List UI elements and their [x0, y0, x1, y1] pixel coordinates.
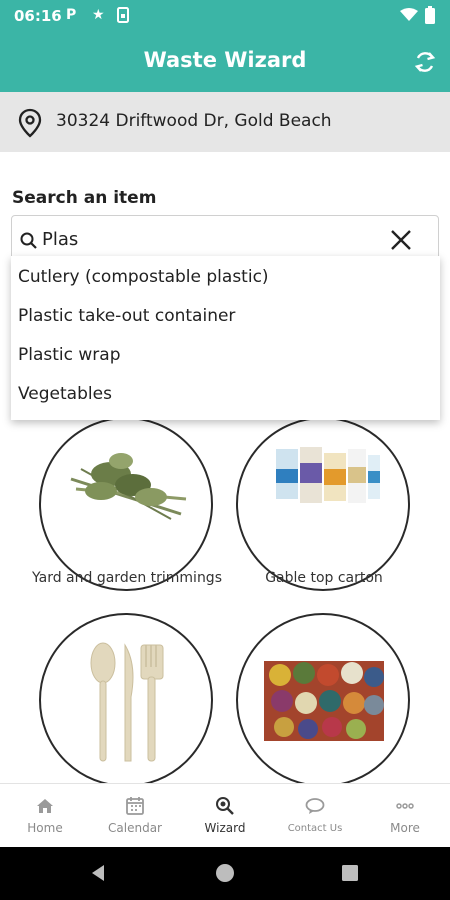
nav-label: Home — [27, 821, 63, 835]
tile-textiles[interactable] — [236, 613, 410, 787]
suggestion-item[interactable]: Plastic take-out container — [18, 306, 235, 326]
bottom-nav: Home Calendar Wizard Contact Us More — [0, 783, 450, 848]
yard-trimmings-image — [70, 453, 187, 520]
app-title: Waste Wizard — [143, 48, 307, 72]
tile-gable-top-carton[interactable] — [236, 417, 410, 591]
refresh-icon[interactable] — [412, 49, 438, 75]
search-icon — [20, 232, 38, 254]
nav-label: Contact Us — [287, 823, 343, 834]
more-icon — [395, 796, 415, 816]
textiles-image — [264, 661, 384, 741]
app-bar: Waste Wizard — [0, 32, 450, 92]
battery-icon — [425, 6, 435, 28]
star-icon: ★ — [92, 7, 105, 23]
suggestion-item[interactable]: Vegetables — [18, 384, 112, 404]
wifi-icon — [400, 8, 418, 26]
nav-item-calendar[interactable]: Calendar — [90, 784, 180, 848]
search-label: Search an item — [12, 188, 157, 208]
tile-cutlery[interactable] — [39, 613, 213, 787]
home-icon — [35, 796, 55, 816]
recents-icon[interactable] — [341, 864, 359, 886]
back-icon[interactable] — [88, 863, 108, 887]
chat-icon — [305, 796, 325, 816]
system-nav-bar — [0, 847, 450, 900]
nav-label: Wizard — [204, 821, 246, 835]
sim-icon — [117, 7, 129, 27]
address-text: 30324 Driftwood Dr, Gold Beach — [56, 111, 332, 131]
cartons-image — [276, 447, 380, 503]
nav-item-contact-us[interactable]: Contact Us — [270, 784, 360, 848]
suggestion-dropdown: Cutlery (compostable plastic) Plastic ta… — [11, 256, 440, 420]
parking-icon: P — [66, 7, 77, 23]
cutlery-image — [90, 642, 164, 762]
address-bar[interactable]: 30324 Driftwood Dr, Gold Beach — [0, 92, 450, 152]
nav-item-more[interactable]: More — [360, 784, 450, 848]
status-time: 06:16 — [14, 7, 62, 25]
suggestion-item[interactable]: Plastic wrap — [18, 345, 121, 365]
close-icon[interactable] — [390, 229, 412, 255]
wizard-search-icon — [215, 796, 235, 816]
nav-label: More — [390, 821, 420, 835]
tile-yard-trimmings[interactable] — [39, 417, 213, 591]
tile-label: Gable top carton — [265, 570, 383, 586]
search-value[interactable]: Plas — [42, 229, 78, 250]
calendar-icon — [125, 796, 145, 816]
tile-label: Yard and garden trimmings — [32, 570, 222, 586]
home-button-icon[interactable] — [214, 862, 236, 888]
nav-label: Calendar — [108, 821, 162, 835]
location-pin-icon — [17, 108, 43, 142]
nav-item-wizard[interactable]: Wizard — [180, 784, 270, 848]
nav-item-home[interactable]: Home — [0, 784, 90, 848]
status-bar: 06:16 P ★ — [0, 0, 450, 32]
suggestion-item[interactable]: Cutlery (compostable plastic) — [18, 267, 269, 287]
